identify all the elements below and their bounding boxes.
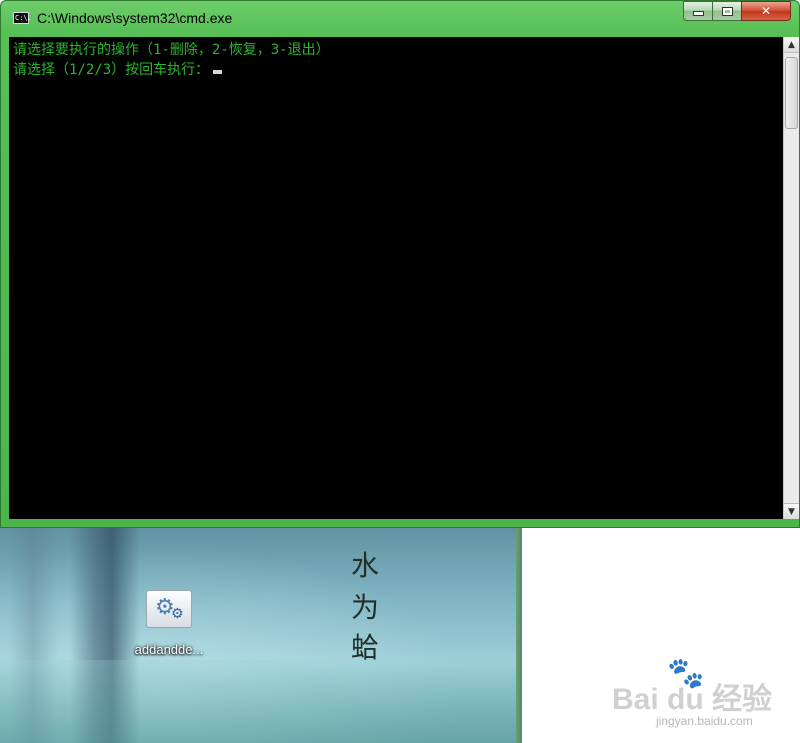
close-button[interactable]: ✕ bbox=[741, 1, 791, 21]
console-line-input-prompt: 请选择（1/2/3）按回车执行： bbox=[13, 59, 223, 79]
desktop-edge bbox=[516, 520, 522, 743]
scroll-down-arrow-icon[interactable]: ▼ bbox=[784, 503, 799, 519]
close-icon: ✕ bbox=[760, 4, 772, 18]
scrollbar-thumb[interactable] bbox=[785, 57, 798, 129]
small-gear-icon: ⚙ bbox=[171, 606, 184, 622]
maximize-button[interactable] bbox=[712, 1, 742, 21]
window-title: C:\Windows\system32\cmd.exe bbox=[37, 10, 233, 26]
baidu-jingyan-watermark: 🐾 Bai du 经验 jingyan.baidu.com bbox=[612, 656, 792, 736]
text-cursor bbox=[213, 70, 223, 74]
wallpaper-calligraphy-2: 为 bbox=[350, 591, 379, 624]
console-app-icon[interactable]: C:\. bbox=[13, 12, 32, 24]
wallpaper-calligraphy-1: 水 bbox=[350, 549, 379, 582]
wallpaper-calligraphy-3: 蛤 bbox=[350, 631, 379, 664]
scroll-up-arrow-icon[interactable]: ▲ bbox=[784, 37, 799, 53]
vertical-scrollbar[interactable]: ▲ ▼ bbox=[783, 37, 799, 519]
cmd-window[interactable]: C:\. C:\Windows\system32\cmd.exe ✕ 请选择要执… bbox=[0, 0, 800, 528]
desktop-shortcut[interactable]: ⚙ ⚙ addandde... bbox=[124, 590, 214, 657]
watermark-site: jingyan.baidu.com bbox=[656, 714, 753, 728]
maximize-icon bbox=[721, 7, 733, 16]
desktop-shortcut-label: addandde... bbox=[134, 642, 204, 657]
console-output[interactable]: 请选择要执行的操作（1-删除，2-恢复，3-退出） 请选择（1/2/3）按回车执… bbox=[9, 37, 783, 519]
wallpaper-water bbox=[0, 660, 522, 743]
minimize-button[interactable] bbox=[683, 1, 713, 21]
watermark-logo: Bai du 经验 bbox=[612, 683, 773, 716]
console-line-prompt-options: 请选择要执行的操作（1-删除，2-恢复，3-退出） bbox=[13, 42, 330, 58]
minimize-icon bbox=[692, 11, 704, 16]
batch-file-icon: ⚙ ⚙ bbox=[146, 590, 192, 628]
desktop-wallpaper bbox=[0, 520, 522, 743]
title-bar[interactable]: C:\. C:\Windows\system32\cmd.exe ✕ bbox=[1, 1, 799, 37]
console-line-text: 请选择（1/2/3）按回车执行： bbox=[13, 62, 210, 78]
window-bottom-border bbox=[1, 519, 799, 527]
